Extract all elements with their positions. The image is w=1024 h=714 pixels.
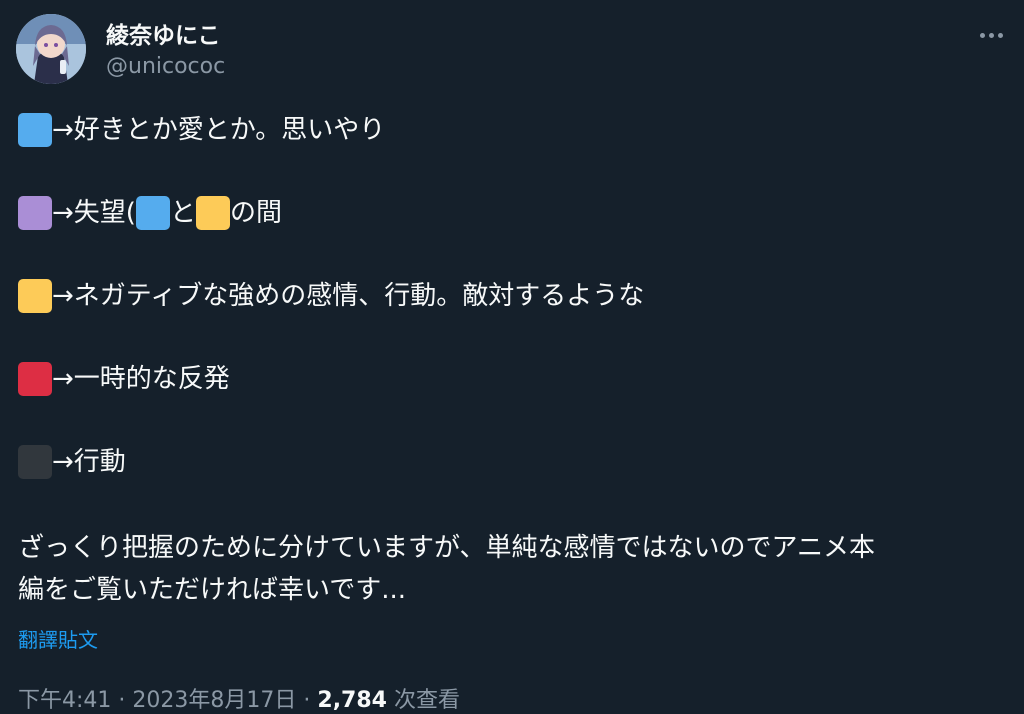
blue-square-emoji bbox=[18, 113, 52, 147]
text-line-1: →好きとか愛とか。思いやり bbox=[18, 112, 1008, 148]
dot bbox=[979, 32, 985, 38]
views-count: 2,784 bbox=[317, 688, 387, 713]
avatar[interactable] bbox=[16, 14, 86, 84]
views-label: 次查看 bbox=[393, 688, 460, 713]
red-square-emoji bbox=[18, 362, 52, 396]
post-date[interactable]: 2023年8月17日 bbox=[132, 688, 296, 713]
text-line-3: →ネガティブな強めの感情、行動。敵対するような bbox=[18, 278, 1008, 314]
dot bbox=[988, 32, 994, 38]
author-handle[interactable]: @unicococ bbox=[106, 54, 225, 79]
tweet-meta: 下午4:41 · 2023年8月17日 · 2,784 次查看 bbox=[18, 682, 460, 714]
text-line-2: →失望( と の間 bbox=[18, 195, 1008, 231]
yellow-square-emoji bbox=[195, 196, 230, 230]
text-line-5: →行動 bbox=[18, 444, 1008, 480]
separator: · bbox=[303, 688, 311, 713]
more-options-icon[interactable] bbox=[974, 20, 1008, 50]
line-text-b: と bbox=[169, 198, 196, 228]
yellow-square-emoji bbox=[18, 279, 52, 313]
translate-post-link[interactable]: 翻譯貼文 bbox=[18, 624, 98, 653]
line-text: →好きとか愛とか。思いやり bbox=[52, 115, 386, 145]
blue-square-emoji bbox=[135, 196, 170, 230]
text-line-4: →一時的な反発 bbox=[18, 361, 1008, 397]
purple-square-emoji bbox=[18, 196, 52, 230]
black-square-emoji bbox=[18, 445, 52, 479]
line-text-a: →失望( bbox=[52, 198, 136, 228]
avatar-image bbox=[16, 14, 86, 84]
paragraph-line-1: ざっくり把握のために分けていますが、単純な感情ではないのでアニメ本 bbox=[18, 533, 875, 563]
line-text: →行動 bbox=[52, 447, 126, 477]
author-display-name[interactable]: 綾奈ゆにこ bbox=[106, 16, 221, 50]
post-time[interactable]: 下午4:41 bbox=[18, 688, 111, 713]
separator: · bbox=[118, 688, 126, 713]
tweet-header: 綾奈ゆにこ @unicococ bbox=[16, 14, 1008, 86]
closing-paragraph: ざっくり把握のために分けていますが、単純な感情ではないのでアニメ本 編をご覧いた… bbox=[18, 527, 1008, 611]
line-text-c: の間 bbox=[229, 198, 282, 228]
tweet-text: →好きとか愛とか。思いやり →失望( と の間 →ネガティブな強めの感情、行動。… bbox=[18, 112, 1008, 611]
line-text: →一時的な反発 bbox=[52, 364, 230, 394]
dot bbox=[997, 32, 1003, 38]
paragraph-line-2: 編をご覧いただければ幸いです... bbox=[18, 575, 407, 605]
line-text: →ネガティブな強めの感情、行動。敵対するような bbox=[52, 281, 645, 311]
tweet: 綾奈ゆにこ @unicococ →好きとか愛とか。思いやり →失望( と の間 … bbox=[0, 0, 1024, 714]
